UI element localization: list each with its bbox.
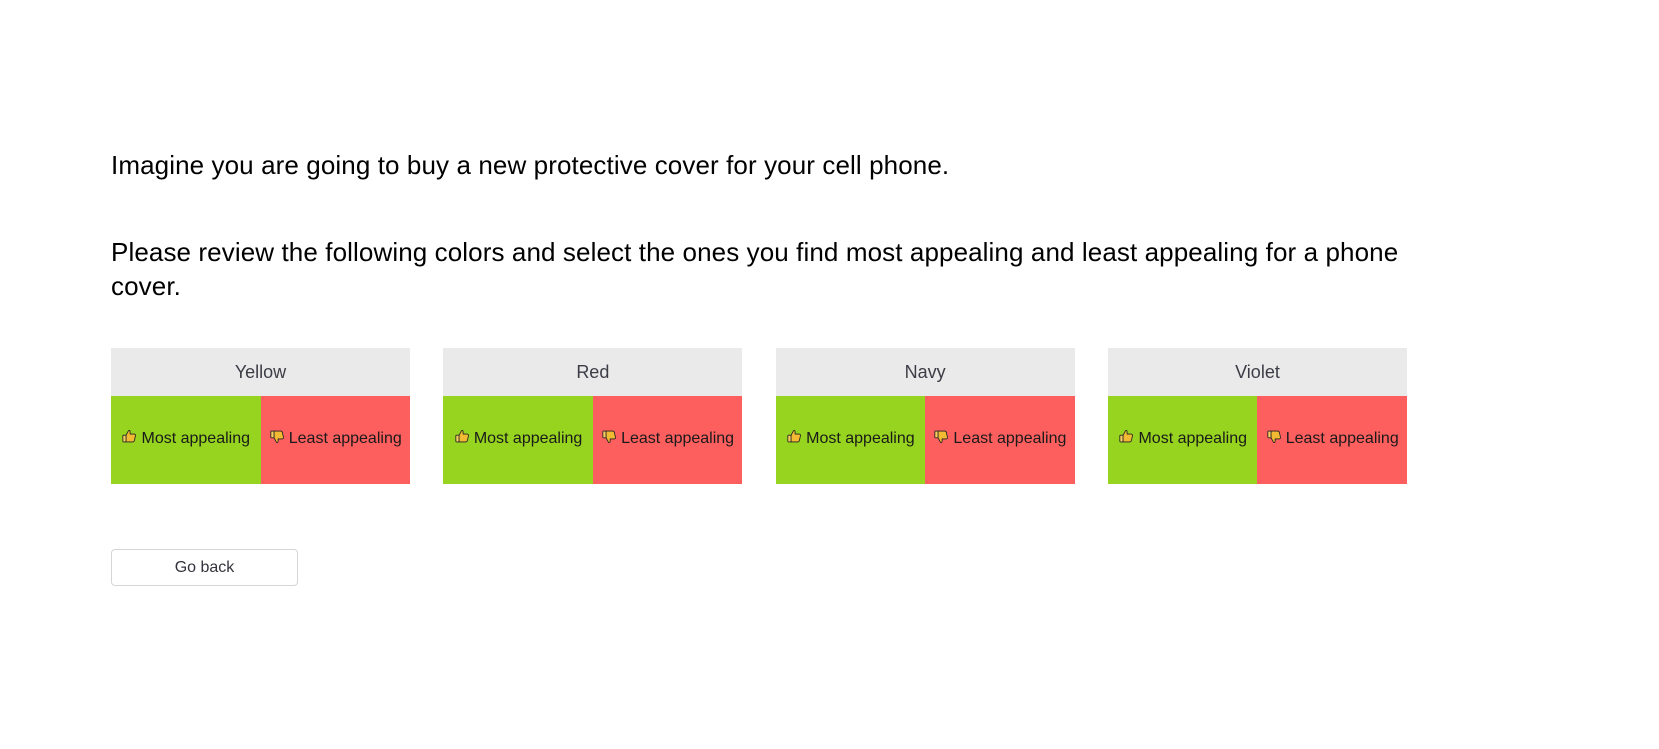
color-card-options: Most appealing Least appealing	[443, 396, 743, 484]
color-card-navy: Navy Most appealing Least appealing	[775, 348, 1075, 484]
least-appealing-button-violet[interactable]: Least appealing	[1257, 396, 1407, 484]
most-appealing-label: Most appealing	[806, 430, 915, 447]
least-appealing-button-navy[interactable]: Least appealing	[925, 396, 1075, 484]
survey-page: Imagine you are going to buy a new prote…	[0, 0, 1659, 749]
thumbs-down-icon	[933, 428, 950, 452]
thumbs-up-icon	[454, 428, 471, 452]
color-card-red: Red Most appealing Least appealing	[443, 348, 743, 484]
color-card-options: Most appealing Least appealing	[111, 396, 410, 484]
least-appealing-label: Least appealing	[288, 430, 402, 447]
most-appealing-label: Most appealing	[1138, 430, 1247, 447]
least-appealing-label: Least appealing	[621, 430, 735, 447]
color-card-title: Red	[443, 348, 743, 396]
thumbs-up-icon	[786, 428, 803, 452]
least-appealing-label: Least appealing	[1285, 430, 1399, 447]
thumbs-down-icon	[1266, 428, 1283, 452]
color-card-title: Yellow	[111, 348, 410, 396]
intro-text: Imagine you are going to buy a new prote…	[111, 150, 950, 180]
most-appealing-label: Most appealing	[473, 430, 583, 447]
color-card-title: Violet	[1107, 348, 1407, 396]
color-cards-row: Yellow Most appealing Least appealing Re…	[111, 348, 1407, 484]
thumbs-up-icon	[1118, 428, 1135, 452]
thumbs-up-icon	[121, 428, 138, 452]
thumbs-down-icon	[269, 428, 286, 452]
least-appealing-label: Least appealing	[953, 430, 1067, 447]
most-appealing-label: Most appealing	[141, 430, 250, 447]
instruction-text: Please review the following colors and s…	[111, 237, 1399, 301]
color-card-title: Navy	[775, 348, 1075, 396]
most-appealing-button-violet[interactable]: Most appealing	[1107, 396, 1258, 484]
prompt-block: Imagine you are going to buy a new prote…	[111, 148, 1511, 303]
color-card-options: Most appealing Least appealing	[775, 396, 1075, 484]
least-appealing-button-yellow[interactable]: Least appealing	[260, 396, 410, 484]
thumbs-down-icon	[601, 428, 618, 452]
go-back-button[interactable]: Go back	[111, 549, 298, 586]
color-card-violet: Violet Most appealing Least appealing	[1107, 348, 1407, 484]
color-card-yellow: Yellow Most appealing Least appealing	[111, 348, 410, 484]
most-appealing-button-yellow[interactable]: Most appealing	[111, 396, 261, 484]
most-appealing-button-navy[interactable]: Most appealing	[775, 396, 926, 484]
least-appealing-button-red[interactable]: Least appealing	[592, 396, 743, 484]
most-appealing-button-red[interactable]: Most appealing	[443, 396, 593, 484]
color-card-options: Most appealing Least appealing	[1107, 396, 1407, 484]
